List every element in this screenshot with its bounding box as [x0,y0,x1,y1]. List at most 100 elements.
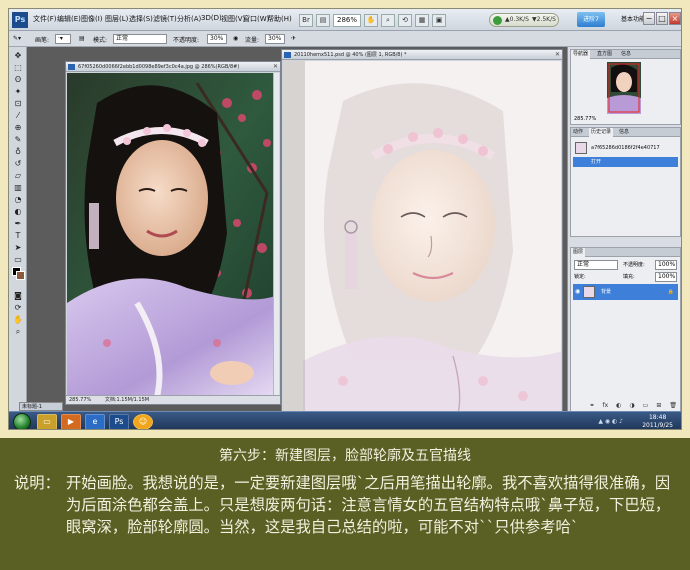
quick-mask-icon[interactable]: ◙ [12,291,24,301]
reference-photo-window[interactable]: 67f05260d0066f2ebb1d0098e89ef3c0c4a.jpg … [65,61,281,405]
zoom-level-select[interactable]: 286% [333,13,362,27]
brush-panel-icon[interactable]: ▤ [79,35,85,42]
menu-analysis[interactable]: 分析(A) [177,14,201,24]
clone-stamp-tool-icon[interactable]: ♁ [12,147,24,157]
tab-layers[interactable]: 图层 [571,248,586,257]
delete-layer-icon[interactable]: 🗑 [669,402,677,411]
drawing-canvas[interactable] [283,61,561,412]
arrange-documents-icon[interactable]: ▦ [415,13,430,27]
browser-taskbar-icon[interactable]: e [85,414,105,429]
new-layer-icon[interactable]: ⊞ [656,402,661,411]
lasso-tool-icon[interactable]: ʘ [12,75,24,85]
close-document-icon[interactable]: ✕ [555,51,560,58]
network-speed-widget: ▲0.3K/S ▼2.5K/S [489,13,559,27]
history-snapshot-row[interactable]: a7f65286d0186f2f4e40717 [573,140,678,156]
layer-style-icon[interactable]: fx [603,402,609,411]
marquee-tool-icon[interactable]: ⬚ [12,63,24,73]
background-color-swatch[interactable] [16,271,25,280]
link-layers-icon[interactable]: ⚭ [589,402,594,411]
workspace-switcher[interactable]: 基本功能 [621,14,645,23]
visibility-eye-icon[interactable]: ◉ [575,284,580,300]
reference-photo-canvas[interactable] [67,73,279,395]
windows-taskbar: ▭ ▶ e Ps ☺ ▲ ◉ ◐ ♪ 18:48 2011/9/25 [9,411,681,429]
dodge-tool-icon[interactable]: ◐ [12,207,24,217]
mode-select[interactable]: 正常 [113,34,167,44]
menu-layer[interactable]: 图层(L) [105,14,128,24]
close-document-icon[interactable]: ✕ [273,63,278,70]
menu-select[interactable]: 选择(S) [129,14,153,24]
menu-help[interactable]: 帮助(H) [267,14,292,24]
reference-zoom-readout[interactable]: 285.77% [69,397,91,403]
drawing-document-window[interactable]: 20110hemx511.psd @ 40% (图层 1, RGB/8) * ✕ [281,49,563,415]
explorer-taskbar-icon[interactable]: ▭ [37,414,57,429]
shape-tool-icon[interactable]: ▭ [12,255,24,265]
tab-info[interactable]: 信息 [619,50,633,59]
history-tabs: 动作 历史记录 信息 [571,128,680,137]
brush-tool-icon[interactable]: ✎▾ [13,35,21,42]
eyedropper-tool-icon[interactable]: ⁄ [12,111,24,121]
tool-options-bar: ✎▾ 画笔: ·▾ ▤ 模式: 正常 不透明度: 30% ◉ 流量: 30% ✈ [9,31,681,47]
pen-tool-icon[interactable]: ✒ [12,219,24,229]
minimized-document[interactable]: 未标题-1 [19,402,63,411]
eraser-tool-icon[interactable]: ▱ [12,171,24,181]
airbrush-icon[interactable]: ✈ [291,35,296,42]
new-group-icon[interactable]: ▭ [643,402,649,411]
3d-rotate-tool-icon[interactable]: ⟳ [12,303,24,313]
blur-tool-icon[interactable]: ◔ [12,195,24,205]
mini-bridge-icon[interactable]: ▤ [316,13,330,27]
menu-view[interactable]: 视图(V) [221,14,245,24]
start-button[interactable] [13,413,31,429]
zoom-tool-icon[interactable]: ⌕ [12,327,24,337]
gradient-tool-icon[interactable]: ▥ [12,183,24,193]
history-open-row[interactable]: 打开 [573,157,678,167]
brush-size-picker[interactable]: ·▾ [55,34,71,44]
tab-info-2[interactable]: 信息 [617,128,631,137]
photoshop-taskbar-icon[interactable]: Ps [109,414,129,429]
bridge-icon[interactable]: Br [299,13,313,27]
media-player-taskbar-icon[interactable]: ▶ [61,414,81,429]
navigator-zoom[interactable]: 285.77% [574,116,596,122]
system-tray[interactable]: ▲ ◉ ◐ ♪ [598,418,623,425]
tab-navigator[interactable]: 导航器 [571,50,591,59]
hand-tool-icon[interactable]: ✋ [364,13,379,27]
close-button[interactable]: × [669,12,681,25]
menu-edit[interactable]: 编辑(E) [57,14,81,24]
tab-actions[interactable]: 动作 [571,128,585,137]
move-tool-icon[interactable]: ✥ [12,51,24,61]
reference-scrollbar[interactable] [273,73,279,395]
navigator-thumbnail[interactable] [607,62,641,114]
layer-opacity-input[interactable]: 100% [655,260,677,270]
menu-window[interactable]: 窗口(W) [243,14,269,24]
pressure-opacity-icon[interactable]: ◉ [233,35,238,42]
fill-input[interactable]: 100% [655,272,677,282]
maximize-button[interactable]: □ [656,12,668,25]
brush-tool-icon[interactable]: ✎ [12,135,24,145]
layer-row-background[interactable]: ◉ 背景 🔒 [573,284,678,300]
flow-input[interactable]: 30% [265,34,285,44]
history-brush-tool-icon[interactable]: ↺ [12,159,24,169]
tab-history[interactable]: 历史记录 [589,128,614,137]
taskbar-clock[interactable]: 18:48 2011/9/25 [642,414,673,429]
menu-filter[interactable]: 滤镜(T) [153,14,177,24]
hand-tool-icon[interactable]: ✋ [12,315,24,325]
qq-taskbar-icon[interactable]: ☺ [133,414,153,429]
minimize-button[interactable]: − [643,12,655,25]
path-selection-tool-icon[interactable]: ➤ [12,243,24,253]
healing-brush-tool-icon[interactable]: ⊕ [12,123,24,133]
menu-file[interactable]: 文件(F) [33,14,57,24]
menu-image[interactable]: 图像(I) [81,14,103,24]
menu-3d[interactable]: 3D(D) [201,14,222,22]
qq-badge[interactable]: 进阶7 [577,12,605,27]
crop-tool-icon[interactable]: ⊡ [12,99,24,109]
type-tool-icon[interactable]: T [12,231,24,241]
layers-footer: ⚭ fx ◐ ◑ ▭ ⊞ 🗑 [574,402,677,411]
rotate-view-icon[interactable]: ⟲ [398,13,413,27]
layer-mask-icon[interactable]: ◐ [616,402,621,411]
blend-mode-select[interactable]: 正常 [574,260,618,270]
adjustment-layer-icon[interactable]: ◑ [629,402,634,411]
zoom-tool-icon[interactable]: ⌕ [381,13,396,27]
screen-mode-icon[interactable]: ▣ [432,13,447,27]
magic-wand-tool-icon[interactable]: ✦ [12,87,24,97]
opacity-input[interactable]: 30% [207,34,227,44]
tab-histogram[interactable]: 直方图 [595,50,614,59]
